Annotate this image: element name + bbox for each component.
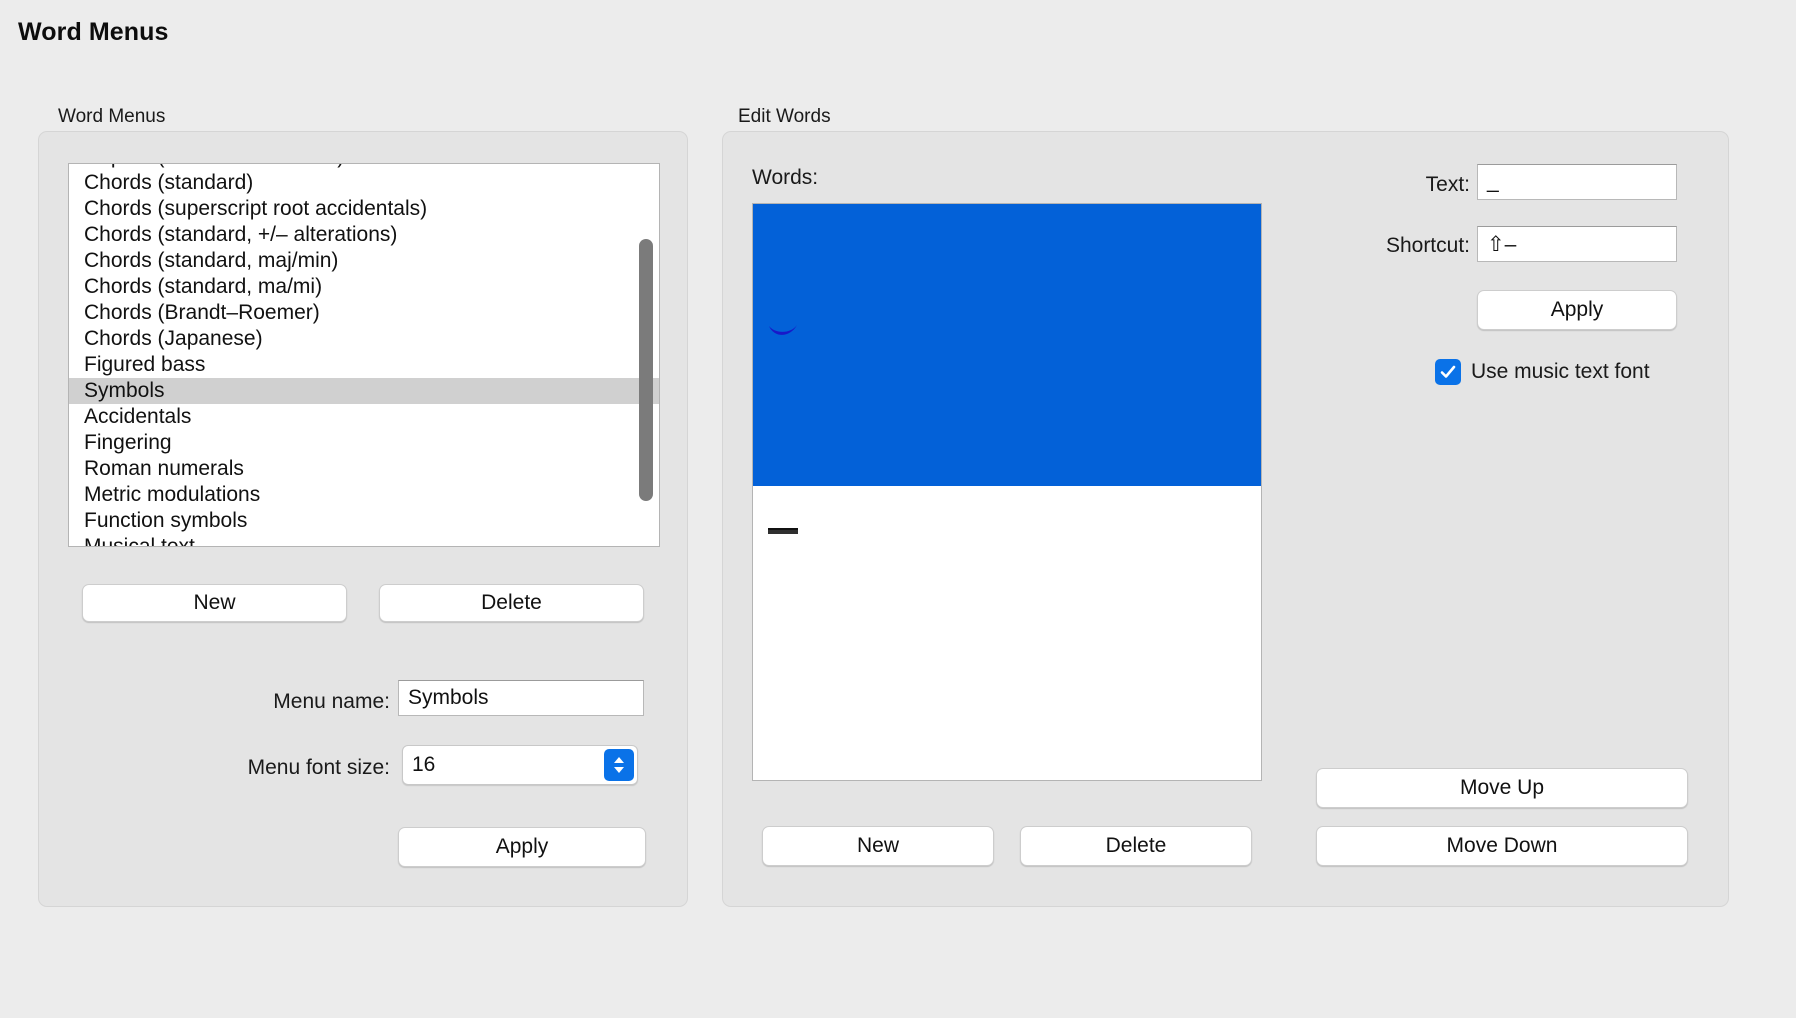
tenuto-dash-icon [768,528,798,534]
edit-words-apply-button[interactable]: Apply [1477,290,1677,330]
word-menu-list-item[interactable]: Accidentals [69,404,659,430]
word-menu-list-item[interactable]: Fingering [69,430,659,456]
menu-font-size-stepper[interactable] [604,749,634,781]
edit-words-group-label: Edit Words [738,106,831,127]
word-menu-list-item[interactable]: Repeat (D.C./D.S./To Coda) [69,164,659,170]
text-label: Text: [1425,173,1470,196]
word-menu-list-item[interactable]: Chords (standard, ma/mi) [69,274,659,300]
word-menu-list-item[interactable]: Metric modulations [69,482,659,508]
word-menu-list-item[interactable]: Chords (Japanese) [69,326,659,352]
use-music-text-font-row[interactable]: Use music text font [1435,359,1650,385]
words-delete-button[interactable]: Delete [1020,826,1252,866]
move-down-button[interactable]: Move Down [1316,826,1688,866]
word-menu-list-item[interactable]: Chords (standard, maj/min) [69,248,659,274]
text-input[interactable]: _ [1477,164,1677,200]
chevron-up-icon [614,757,624,763]
word-menus-apply-button[interactable]: Apply [398,827,646,867]
words-list-item[interactable] [753,204,1261,486]
menu-font-size-label: Menu font size: [247,756,390,779]
words-listbox[interactable] [752,203,1262,781]
words-label: Words: [752,166,819,189]
word-menus-new-button[interactable]: New [82,584,347,622]
word-menu-list-item[interactable]: Roman numerals [69,456,659,482]
word-menu-list-item[interactable]: Musical text [69,534,659,546]
use-music-text-font-label: Use music text font [1471,360,1650,383]
word-menu-list-item[interactable]: Chords (superscript root accidentals) [69,196,659,222]
words-list-item[interactable] [753,486,1261,768]
word-menu-list-item[interactable]: Figured bass [69,352,659,378]
word-menus-group-label: Word Menus [58,106,166,127]
move-up-button[interactable]: Move Up [1316,768,1688,808]
word-menus-delete-button[interactable]: Delete [379,584,644,622]
slur-below-icon [769,325,797,335]
word-menu-list-item[interactable]: Function symbols [69,508,659,534]
word-menu-list-item[interactable]: Chords (standard, +/– alterations) [69,222,659,248]
word-menu-list-item[interactable]: Chords (Brandt–Roemer) [69,300,659,326]
word-menu-list-item[interactable]: Symbols [69,378,659,404]
menu-name-input[interactable]: Symbols [398,680,644,716]
menu-name-label: Menu name: [273,690,390,713]
shortcut-input[interactable]: ⇧– [1477,226,1677,262]
word-menus-listbox[interactable]: Repeat (D.C./D.S./To Coda)Chords (standa… [68,163,660,547]
menu-font-size-input[interactable]: 16 [402,745,638,785]
chevron-down-icon [614,767,624,773]
words-new-button[interactable]: New [762,826,994,866]
word-menus-list-items: Repeat (D.C./D.S./To Coda)Chords (standa… [69,164,659,546]
page-title: Word Menus [18,18,169,46]
word-menu-list-item[interactable]: Chords (standard) [69,170,659,196]
word-menus-scrollbar-thumb[interactable] [639,239,653,501]
checkmark-icon [1440,365,1456,378]
use-music-text-font-checkbox[interactable] [1435,359,1461,385]
shortcut-label: Shortcut: [1385,234,1470,257]
